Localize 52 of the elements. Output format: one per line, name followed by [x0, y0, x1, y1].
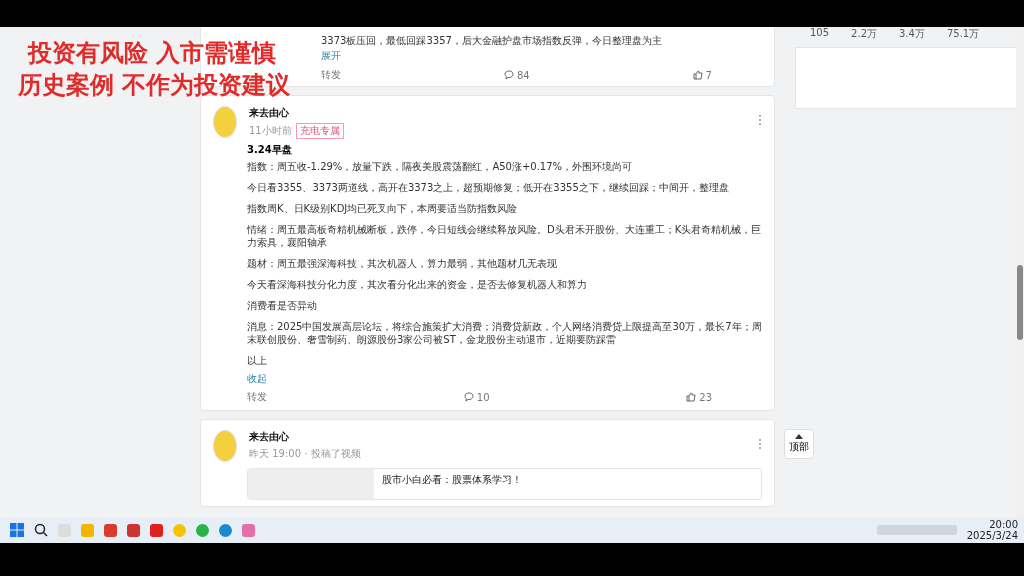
- windows-start-icon[interactable]: [10, 523, 24, 537]
- back-to-top-button[interactable]: 顶部: [784, 429, 814, 459]
- clock-date: 2025/3/24: [966, 530, 1018, 541]
- comment-icon: [503, 70, 514, 80]
- clock-time: 20:00: [989, 519, 1018, 530]
- browser-icon[interactable]: [219, 523, 232, 537]
- thumbs-up-icon: [686, 392, 697, 402]
- folder-icon[interactable]: [81, 523, 94, 537]
- post-title: 3.24早盘: [247, 143, 293, 157]
- comment-icon: [463, 392, 474, 402]
- expand-link[interactable]: 展开: [321, 49, 341, 63]
- app-icon[interactable]: [150, 523, 163, 537]
- author-name[interactable]: 来去由心: [249, 106, 746, 120]
- more-icon[interactable]: [758, 114, 762, 126]
- post-paragraph: 消息：2025中国发展高层论坛，将综合施策扩大消费；消费贷新政，个人网络消费贷上限提高至30万，最长7年；周末联创股份、奢雪制药、朗源股份3家公司被ST，金龙股份主动退市，近期要防踩雷: [247, 320, 762, 346]
- video-card[interactable]: 股市小白必看：股票体系学习！: [247, 468, 762, 500]
- post-text: 3373板压回，最低回踩3357，后大金融护盘市场指数反弹，今日整理盘为主: [321, 34, 663, 48]
- forward-button[interactable]: 转发: [247, 390, 267, 404]
- forward-button[interactable]: 转发: [321, 68, 341, 82]
- stat-count: 105: [810, 27, 830, 40]
- avatar-icon[interactable]: [213, 430, 237, 462]
- comment-count[interactable]: 10: [476, 391, 490, 403]
- avatar-icon[interactable]: [213, 106, 237, 138]
- more-icon[interactable]: [758, 438, 762, 450]
- collapse-link[interactable]: 收起: [247, 373, 267, 384]
- stat-count: 2.2万: [851, 27, 877, 41]
- warning-overlay-text: 投资有风险 入市需谨慎 历史案例 不作为投资建议: [18, 38, 291, 101]
- post-paragraph: 消费看是否异动: [247, 299, 318, 312]
- post-paragraph: 指数周K、日K级别KDJ均已死叉向下，本周要适当防指数风险: [247, 202, 519, 215]
- app-icon[interactable]: [104, 523, 117, 537]
- post-paragraph: 今日看3355、3373两道线，高开在3373之上，超预期修复；低开在3355之下，继续回踩；中间开，整理盘: [247, 181, 730, 194]
- comment-count[interactable]: 84: [516, 69, 530, 81]
- post-time: 昨天 19:00 · 投稿了视频: [249, 447, 361, 461]
- search-icon[interactable]: [34, 523, 48, 537]
- app-icon[interactable]: [127, 523, 140, 537]
- post-paragraph: 题材：周五最强深海科技，其次机器人，算力最弱，其他题材几无表现: [247, 257, 558, 270]
- stat-count: 3.4万: [899, 27, 925, 41]
- like-count[interactable]: 7: [705, 69, 712, 81]
- like-count[interactable]: 23: [699, 391, 712, 403]
- video-title: 股市小白必看：股票体系学习！: [382, 473, 522, 487]
- app-icon[interactable]: [242, 523, 255, 537]
- chat-icon[interactable]: [196, 523, 209, 537]
- thumbs-up-icon: [692, 70, 703, 80]
- post-paragraph: 指数：周五收-1.29%，放量下跌，隔夜美股震荡翻红，A50涨+0.17%，外围环境尚可: [247, 160, 634, 173]
- post-paragraph: 今天看深海科技分化力度，其次看分化出来的资金，是否去修复机器人和算力: [247, 278, 588, 291]
- post-time: 11小时前: [249, 124, 292, 138]
- caret-up-icon: [795, 434, 803, 439]
- tag-label: 充电专属: [295, 123, 344, 139]
- stat-count: 75.1万: [946, 27, 980, 41]
- post-paragraph: 以上: [247, 354, 268, 367]
- author-name[interactable]: 来去由心: [249, 430, 746, 444]
- post-paragraph: 情绪：周五最高板奇精机械断板，跌停，今日短线会继续释放风险。D头君禾开股份、大连重工；K头君奇精机械，巨力索具，襄阳轴承: [247, 223, 762, 249]
